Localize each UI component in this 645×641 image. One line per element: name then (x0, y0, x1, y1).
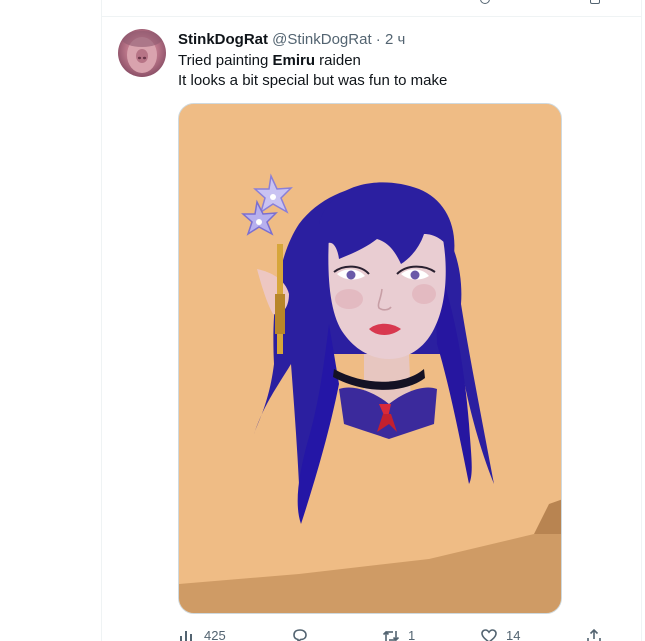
like-count: 14 (506, 628, 521, 641)
tweet-text: Tried painting Emiru raiden It looks a b… (178, 51, 447, 91)
previous-share-icon[interactable] (590, 0, 600, 4)
right-divider (641, 0, 642, 641)
highlighted-word: Emiru (272, 52, 316, 69)
reply-icon (293, 629, 307, 641)
reply-button[interactable] (291, 627, 317, 641)
views-count: 425 (204, 628, 226, 641)
heart-icon (481, 629, 497, 641)
previous-tweet-action-bar (102, 0, 641, 17)
tweet-image[interactable] (178, 103, 562, 614)
retweet-count: 1 (408, 628, 416, 641)
share-button[interactable] (585, 627, 603, 641)
tweet-text-line-1: Tried painting Emiru raiden (178, 52, 361, 69)
left-sidebar-area (0, 0, 102, 641)
tweet-action-bar: 425 1 14 (178, 624, 608, 641)
views-button[interactable]: 425 (178, 627, 226, 641)
display-name[interactable]: StinkDogRat (178, 31, 268, 48)
tweet-header: StinkDogRat @StinkDogRat · 2 ч (178, 30, 405, 50)
retweet-button[interactable]: 1 (382, 627, 415, 641)
tweet-timestamp[interactable]: 2 ч (385, 31, 405, 48)
analytics-icon (180, 631, 192, 641)
separator-dot: · (375, 31, 381, 48)
like-button[interactable]: 14 (480, 627, 520, 641)
tweet-page: StinkDogRat @StinkDogRat · 2 ч Tried pai… (0, 0, 645, 641)
user-handle[interactable]: @StinkDogRat (272, 31, 371, 48)
tweet-text-line-2: It looks a bit special but was fun to ma… (178, 72, 448, 89)
avatar[interactable] (118, 29, 166, 77)
share-icon (587, 628, 601, 641)
previous-like-icon[interactable] (480, 0, 490, 4)
painting-illustration (179, 104, 561, 613)
retweet-icon (382, 630, 400, 641)
